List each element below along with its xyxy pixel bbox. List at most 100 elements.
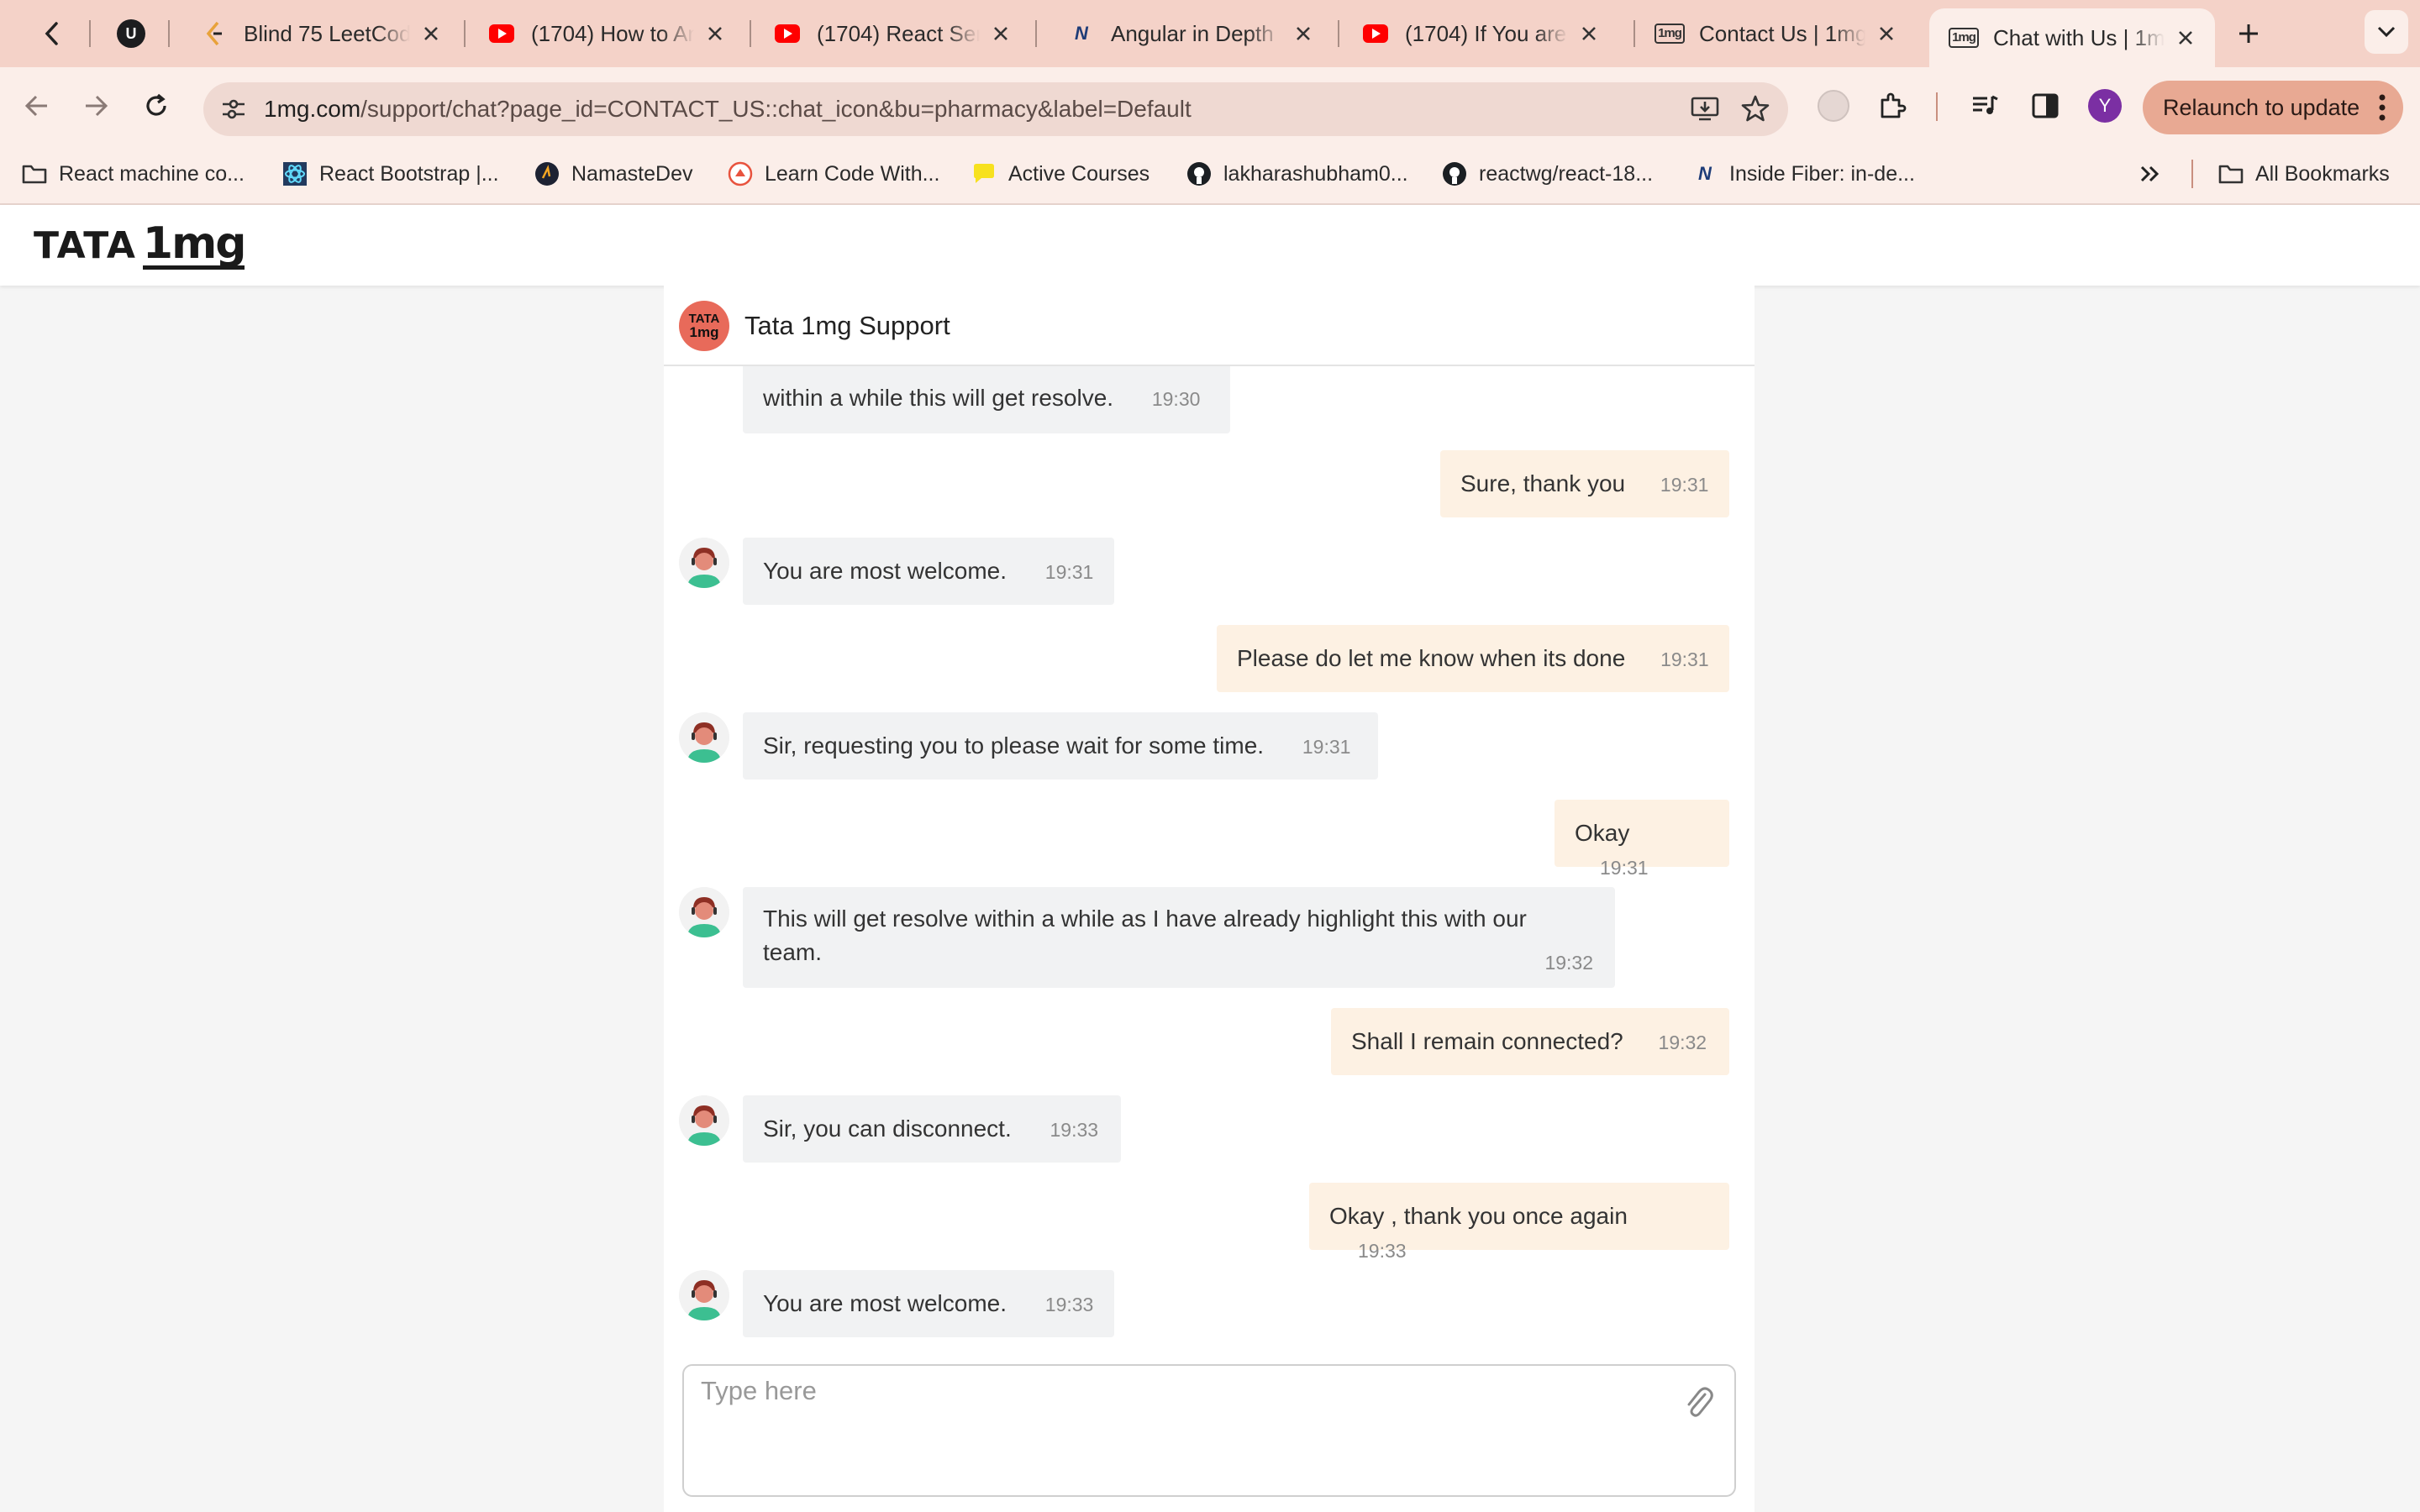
extension-cat-icon[interactable]: [1812, 84, 1855, 128]
tab-title: Angular in Depth: [1111, 20, 1274, 46]
agent-message: Sir, you can disconnect. 19:33: [743, 1095, 1121, 1163]
bookmark-7[interactable]: N Inside Fiber: in-de...: [1692, 158, 1915, 190]
profile-avatar[interactable]: Y: [2088, 89, 2122, 123]
namastedev-icon: [534, 161, 560, 186]
address-bar[interactable]: 1mg.com/support/chat?page_id=CONTACT_US:…: [203, 82, 1788, 136]
message-text: Okay , thank you once again: [1329, 1203, 1628, 1229]
agent-message: You are most welcome. 19:33: [743, 1270, 1114, 1337]
user-message: Okay , thank you once again 19:33: [1309, 1183, 1729, 1262]
install-app-icon[interactable]: [1691, 96, 1719, 127]
support-brand-avatar: TATA 1mg: [679, 301, 729, 351]
bookmark-label: Active Courses: [1008, 161, 1150, 186]
message-input[interactable]: [699, 1374, 1669, 1487]
bookmark-4[interactable]: Active Courses: [971, 158, 1150, 190]
chat-header: TATA 1mg Tata 1mg Support: [664, 286, 1754, 366]
site-settings-tune-icon[interactable]: [217, 92, 250, 126]
angular-in-depth-icon: N: [1698, 163, 1712, 184]
bookmark-3[interactable]: Learn Code With...: [728, 158, 939, 190]
message-text: Okay: [1575, 820, 1630, 846]
message-text: within a while this will get resolve.: [763, 385, 1114, 411]
close-tab-icon[interactable]: [1291, 21, 1316, 46]
youtube-icon: [489, 21, 514, 46]
bookmark-label: React machine co...: [59, 161, 245, 186]
relaunch-label: Relaunch to update: [2163, 94, 2360, 120]
tab-title: (1704) React Serv: [817, 20, 980, 46]
close-tab-icon[interactable]: [702, 21, 728, 46]
bookmark-5[interactable]: lakharashubham0...: [1186, 158, 1408, 190]
relaunch-to-update-button[interactable]: Relaunch to update: [2143, 81, 2403, 134]
close-tab-icon[interactable]: [418, 21, 444, 46]
learn-code-icon: [728, 161, 753, 186]
forward-arrow-icon[interactable]: [74, 84, 118, 128]
logo-tata-text: TATA: [34, 223, 136, 267]
tab-list-chevron-down-icon[interactable]: [2365, 10, 2408, 54]
message-text: You are most welcome.: [763, 1290, 1007, 1316]
tab-5[interactable]: 1mg Contact Us | 1mg: [1635, 7, 1916, 60]
paperclip-attach-icon[interactable]: [1682, 1383, 1716, 1421]
bookmark-6[interactable]: reactwg/react-18...: [1442, 158, 1653, 190]
browser-toolbar: 1mg.com/support/chat?page_id=CONTACT_US:…: [0, 67, 2420, 144]
close-tab-icon[interactable]: [1874, 21, 1899, 46]
tab-title: Chat with Us | 1mg: [1993, 24, 2165, 50]
all-bookmarks[interactable]: All Bookmarks: [2218, 158, 2390, 190]
tata-1mg-logo[interactable]: TATA 1mg: [34, 220, 246, 270]
message-time: 19:31: [1660, 474, 1709, 496]
pinned-tab-udemy[interactable]: U: [109, 12, 153, 55]
user-message: Sure, thank you 19:31: [1440, 450, 1729, 517]
reload-icon[interactable]: [134, 84, 178, 128]
chat-bubble-icon: [971, 161, 997, 186]
extensions-puzzle-icon[interactable]: [1870, 84, 1914, 128]
url-host: 1mg.com: [264, 96, 361, 122]
tab-search-back-icon[interactable]: [30, 12, 74, 55]
tab-1[interactable]: (1704) How to Ana: [467, 7, 744, 60]
bookmark-label: Learn Code With...: [765, 161, 940, 186]
tab-3[interactable]: N Angular in Depth: [1047, 7, 1333, 60]
close-tab-icon[interactable]: [988, 21, 1013, 46]
tab-2[interactable]: (1704) React Serv: [753, 7, 1030, 60]
bookmark-label: React Bootstrap |...: [319, 161, 499, 186]
leetcode-icon: [202, 21, 227, 46]
bookmark-2[interactable]: NamasteDev: [534, 158, 693, 190]
new-tab-plus-icon[interactable]: [2227, 12, 2270, 55]
message-time: 19:31: [1302, 736, 1351, 758]
message-text: Sir, you can disconnect.: [763, 1116, 1012, 1142]
more-vert-icon[interactable]: [2378, 92, 2386, 129]
agent-message: Sir, requesting you to please wait for s…: [743, 712, 1378, 780]
browser-tab-strip: U Blind 75 LeetCode (1704) How to Ana (1…: [0, 0, 2420, 67]
side-panel-icon[interactable]: [2023, 84, 2067, 128]
tab-0[interactable]: Blind 75 LeetCode: [180, 7, 460, 60]
user-message: Please do let me know when its done 19:3…: [1217, 625, 1729, 692]
message-list: within a while this will get resolve. 19…: [664, 366, 1754, 1357]
tab-6-active[interactable]: 1mg Chat with Us | 1mg: [1929, 8, 2215, 67]
message-text: Shall I remain connected?: [1351, 1028, 1623, 1054]
bookmark-star-icon[interactable]: [1741, 94, 1770, 127]
1mg-icon: 1mg: [1655, 21, 1685, 46]
message-text: Sure, thank you: [1460, 470, 1626, 496]
agent-message: within a while this will get resolve. 19…: [743, 366, 1230, 433]
close-tab-icon[interactable]: [2173, 25, 2198, 50]
bookmark-label: NamasteDev: [571, 161, 693, 186]
user-message: Shall I remain connected? 19:32: [1331, 1008, 1729, 1075]
more-bookmarks-chevron-icon[interactable]: [2139, 158, 2161, 190]
tab-title: Contact Us | 1mg: [1699, 20, 1865, 46]
angular-in-depth-icon: N: [1075, 23, 1088, 44]
bookmark-0[interactable]: React machine co...: [22, 158, 245, 190]
close-tab-icon[interactable]: [1576, 21, 1602, 46]
url-path: /support/chat?page_id=CONTACT_US::chat_i…: [360, 96, 1192, 122]
bookmark-label: Inside Fiber: in-de...: [1729, 161, 1915, 186]
bookmark-label: lakharashubham0...: [1223, 161, 1408, 186]
tab-title: Blind 75 LeetCode: [244, 20, 410, 46]
bookmark-1[interactable]: React Bootstrap |...: [282, 158, 499, 190]
chat-title: Tata 1mg Support: [744, 311, 950, 340]
media-control-icon[interactable]: [1963, 84, 2007, 128]
agent-avatar: [679, 712, 729, 763]
youtube-icon: [775, 21, 800, 46]
brand-avatar-line-2: 1mg: [689, 324, 719, 340]
user-message: Okay 19:31: [1555, 800, 1729, 879]
back-arrow-icon[interactable]: [15, 84, 59, 128]
folder-icon: [22, 161, 47, 186]
agent-avatar: [679, 1095, 729, 1146]
tab-title: (1704) If You are S: [1405, 20, 1568, 46]
tab-4[interactable]: (1704) If You are S: [1341, 7, 1618, 60]
message-text: Sir, requesting you to please wait for s…: [763, 732, 1265, 759]
